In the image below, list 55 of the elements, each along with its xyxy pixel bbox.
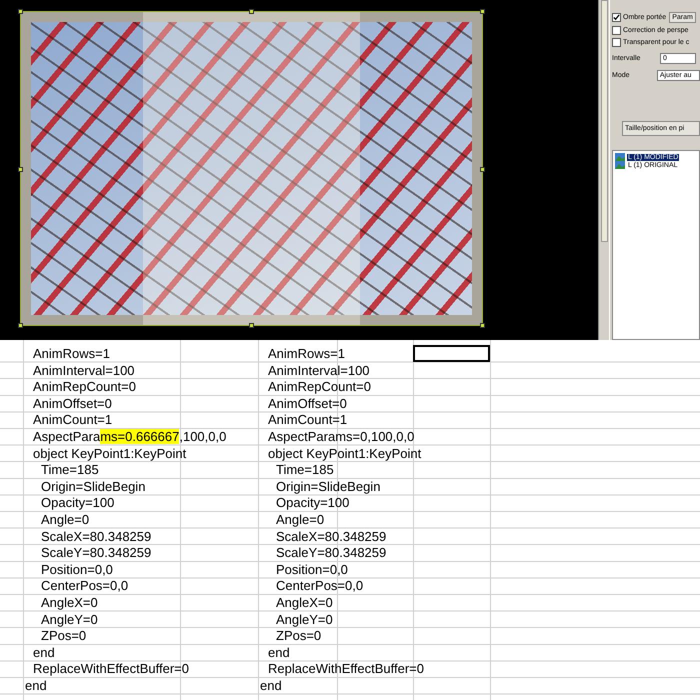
table-cell: Opacity=100 [41,495,114,510]
table-cell: AngleX=0 [276,594,333,610]
table-cell: AnimRows=1 [268,346,345,361]
table-cell: AngleY=0 [41,612,98,626]
table-cell: AnimRepCount=0 [33,379,136,394]
table-cell: AnimInterval=100 [33,362,135,378]
table-cell: ZPos=0 [276,628,322,644]
table-cell: Position=0,0 [276,562,348,577]
table-cell: Angle=0 [41,512,90,527]
table-cell: AnimRepCount=0 [268,379,371,394]
table-cell: AngleX=0 [41,594,98,610]
resize-handle[interactable] [18,167,23,172]
table-cell: end [25,678,47,693]
checkbox[interactable] [612,38,621,47]
table-cell: Time=185 [276,462,334,478]
scrollbar[interactable] [598,0,609,340]
table-cell: end [260,678,282,693]
table-cell: Angle=0 [276,512,324,527]
table-cell: AngleY=0 [276,612,333,626]
table-cell: ReplaceWithEffectBuffer=0 [268,661,424,676]
resize-handle[interactable] [480,9,485,14]
table-cell: object KeyPoint1:KeyPoint [268,446,422,461]
table-cell: CenterPos=0,0 [41,578,128,594]
table-cell: ScaleX=80.348259 [41,528,152,544]
table-cell: ZPos=0 [41,628,86,644]
table-cell: AnimOffset=0 [33,396,112,411]
table-cell: ScaleX=80.348259 [276,528,386,544]
table-cell: CenterPos=0,0 [276,578,364,594]
table-cell: Time=185 [41,462,99,478]
table-cell: AnimInterval=100 [268,362,370,378]
resize-handle[interactable] [249,9,254,14]
table-cell: ReplaceWithEffectBuffer=0 [33,661,189,676]
resize-handle[interactable] [249,323,254,328]
table-cell: AnimOffset=0 [268,396,347,411]
active-cell[interactable] [413,345,490,362]
table-cell: AnimCount=1 [268,412,348,428]
resize-handle[interactable] [18,323,23,328]
table-cell: end [33,644,55,660]
table-cell: object KeyPoint1:KeyPoint [33,446,186,461]
table-cell: Origin=SlideBegin [41,478,146,494]
table-cell: Origin=SlideBegin [276,478,380,494]
resize-handle[interactable] [480,323,485,328]
table-cell: ScaleY=80.348259 [41,545,152,560]
table-cell: AspectParams=0.666667,100,0,0 [33,428,226,444]
table-cell: ScaleY=80.348259 [276,545,386,560]
checkbox[interactable] [612,13,621,22]
table-cell: AnimCount=1 [33,412,112,428]
table-cell: end [268,644,290,660]
table-cell: Position=0,0 [41,562,113,577]
table-cell: AspectParams=0,100,0,0 [268,428,414,444]
table-cell: Opacity=100 [276,495,350,510]
resize-handle[interactable] [18,9,23,14]
checkbox[interactable] [612,26,621,35]
resize-handle[interactable] [480,167,485,172]
table-cell: AnimRows=1 [33,346,110,361]
